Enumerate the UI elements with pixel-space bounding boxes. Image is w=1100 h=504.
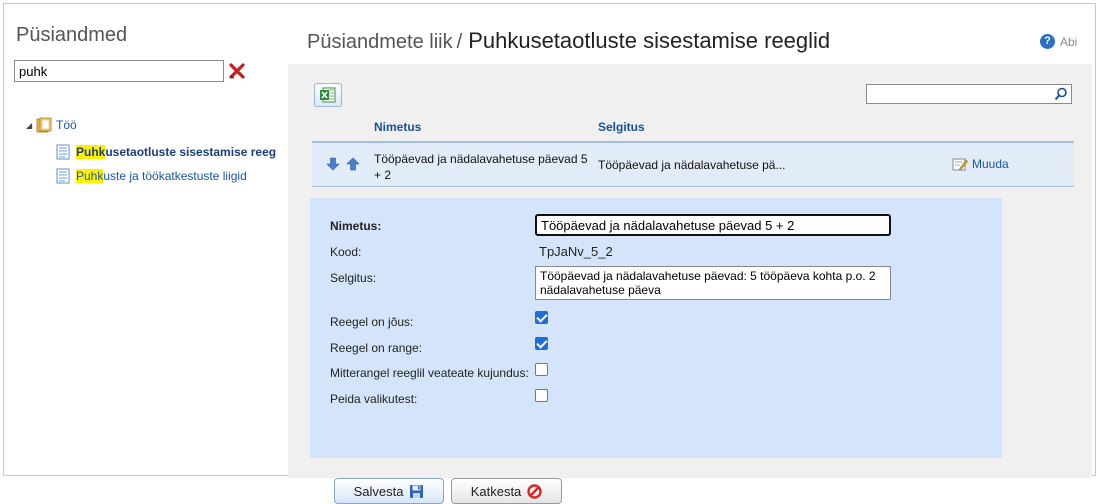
description-field[interactable]: Tööpäevad ja nädalavahetuse päevad: 5 tö… xyxy=(535,266,891,300)
hide-checkbox[interactable] xyxy=(535,389,548,402)
tree-item-label-rest: usetaotluste sisestamise reeg xyxy=(105,145,277,159)
left-search-input[interactable] xyxy=(14,60,224,82)
tree-item-label: Puhkusetaotluste sisestamise reeg xyxy=(76,145,276,159)
cell-description: Tööpäevad ja nädalavahetuse pä... xyxy=(598,158,786,172)
excel-icon xyxy=(320,87,336,103)
in-force-checkbox[interactable] xyxy=(535,311,548,324)
edit-button[interactable]: Muuda xyxy=(952,157,1009,171)
breadcrumb-separator: / xyxy=(456,31,463,53)
magnifier-icon[interactable] xyxy=(1054,87,1068,101)
label-hide: Peida valikutest: xyxy=(330,392,418,406)
help-link[interactable]: ? Abi xyxy=(1040,34,1077,49)
breadcrumb-parent[interactable]: Püsiandmete liik xyxy=(307,31,453,53)
label-name: Nimetus: xyxy=(330,219,382,233)
tree-root-label: Töö xyxy=(56,118,77,132)
grid-search-input[interactable] xyxy=(866,84,1072,104)
left-panel-title: Püsiandmed xyxy=(16,24,128,46)
cancel-button[interactable]: Katkesta xyxy=(451,478,562,504)
document-icon xyxy=(56,168,70,184)
tree-root-too[interactable]: ◢ Töö xyxy=(26,115,276,135)
page-title: Puhkusetaotluste sisestamise reeglid xyxy=(468,28,831,53)
code-value: TpJaNv_5_2 xyxy=(539,244,613,259)
tree: ◢ Töö Puhkusetaotluste sisestamise reeg xyxy=(26,115,276,189)
edit-label: Muuda xyxy=(972,157,1009,171)
save-button[interactable]: Salvesta xyxy=(334,478,444,504)
label-non-strict-format: Mitterangel reeglil veateate kujundus: xyxy=(330,366,529,380)
search-match-highlight: Puhk xyxy=(76,169,104,183)
arrow-up-icon[interactable] xyxy=(346,157,360,171)
name-field[interactable] xyxy=(535,214,891,236)
folder-icon xyxy=(36,117,52,133)
edit-form: Nimetus: Kood: TpJaNv_5_2 Selgitus: Tööp… xyxy=(310,198,1002,504)
cancel-icon xyxy=(527,483,542,499)
tree-children: Puhkusetaotluste sisestamise reeg Puhkus… xyxy=(56,141,276,187)
label-in-force: Reegel on jõus: xyxy=(330,315,414,329)
column-header-description[interactable]: Selgitus xyxy=(598,120,645,134)
label-strict: Reegel on range: xyxy=(330,341,423,355)
document-icon xyxy=(56,144,70,160)
clear-search-icon[interactable] xyxy=(228,62,246,80)
grid-header: Nimetus Selgitus xyxy=(288,120,1074,140)
label-description: Selgitus: xyxy=(330,271,377,285)
breadcrumb: Püsiandmete liik / Puhkusetaotluste sisest… xyxy=(307,28,830,54)
save-button-label: Salvesta xyxy=(353,483,404,499)
tree-item-label-rest: uste ja töökatkestuste liigid xyxy=(103,169,247,183)
tree-item-label: Puhkuste ja töökatkestuste liigid xyxy=(76,169,247,183)
cancel-button-label: Katkesta xyxy=(470,483,522,499)
tree-expand-icon[interactable]: ◢ xyxy=(26,121,36,130)
search-match-highlight: Puhk xyxy=(76,145,106,159)
help-label: Abi xyxy=(1060,34,1078,49)
table-row[interactable]: Tööpäevad ja nädalavahetuse päevad 5 + 2… xyxy=(312,141,1074,187)
app-frame: Püsiandmed ◢ Töö Puhk xyxy=(3,3,1096,504)
help-icon: ? xyxy=(1040,34,1055,49)
main-content: Nimetus Selgitus Tööpäevad ja nädalavahe… xyxy=(288,64,1092,504)
tree-item-puhkusetaotluste[interactable]: Puhkusetaotluste sisestamise reeg xyxy=(56,141,276,163)
floppy-disk-icon xyxy=(410,484,424,498)
non-strict-format-checkbox[interactable] xyxy=(535,363,548,376)
edit-icon xyxy=(952,158,968,171)
tree-item-puhkuste[interactable]: Puhkuste ja töökatkestuste liigid xyxy=(56,165,276,187)
arrow-down-icon[interactable] xyxy=(326,157,340,171)
strict-checkbox[interactable] xyxy=(535,337,548,350)
cell-name: Tööpäevad ja nädalavahetuse päevad 5 + 2 xyxy=(374,152,588,182)
column-header-name[interactable]: Nimetus xyxy=(374,120,421,134)
excel-export-button[interactable] xyxy=(314,83,342,107)
label-code: Kood: xyxy=(330,245,362,259)
